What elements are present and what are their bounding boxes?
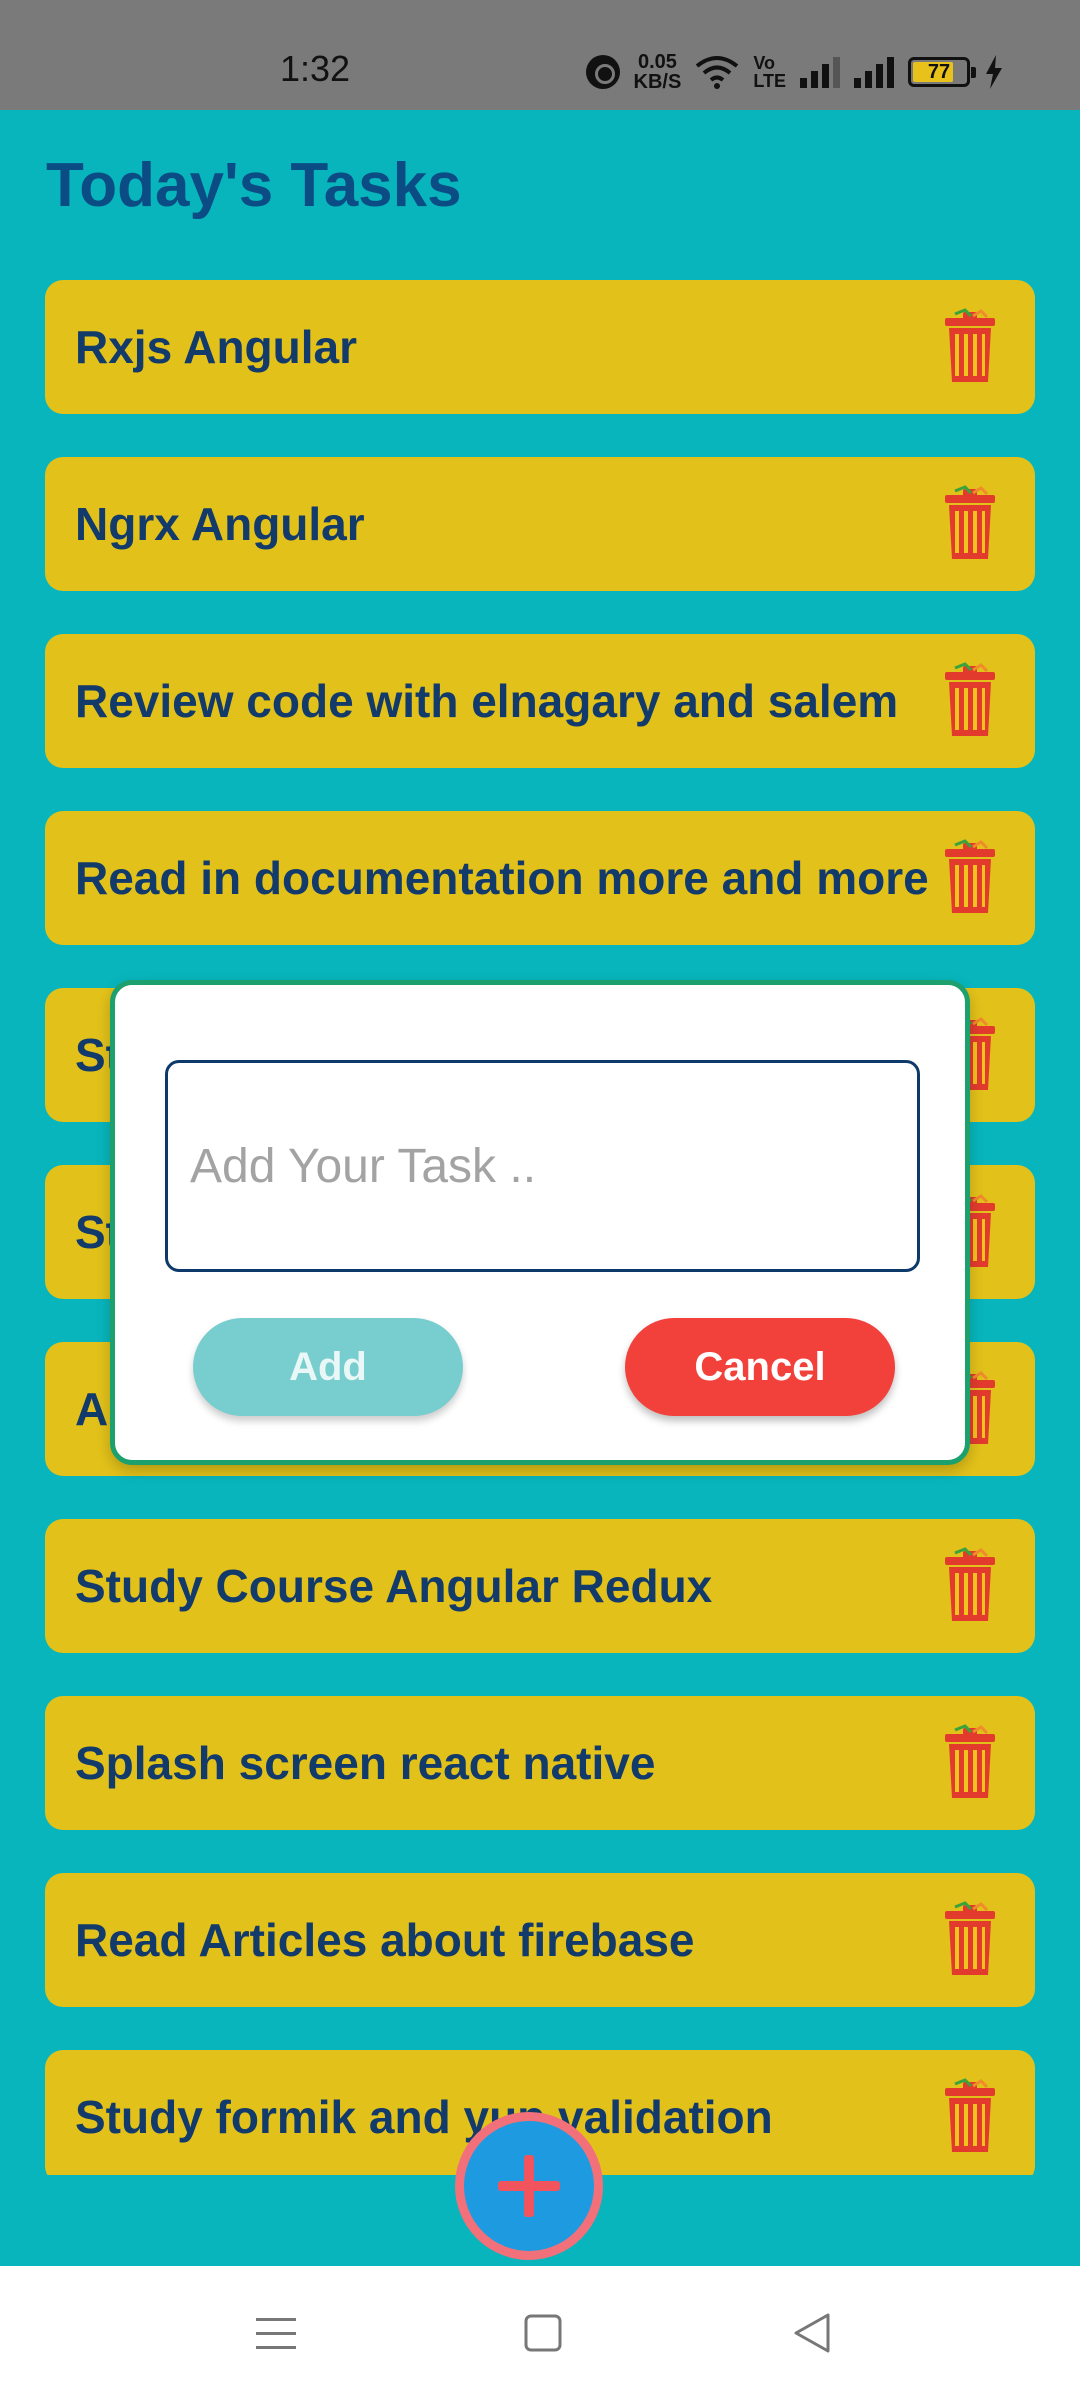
alarm-icon bbox=[585, 55, 620, 89]
task-label: Read Articles about firebase bbox=[75, 1914, 695, 1966]
trash-icon[interactable] bbox=[941, 839, 999, 915]
plus-icon bbox=[498, 2155, 560, 2217]
task-label: Read in documentation more and more bbox=[75, 852, 929, 904]
battery-level: 77 bbox=[927, 60, 951, 83]
battery-icon: 77 bbox=[908, 57, 976, 87]
menu-icon[interactable] bbox=[252, 2308, 300, 2358]
net-speed-value: 0.05 bbox=[637, 51, 677, 73]
task-label: Rxjs Angular bbox=[75, 321, 358, 373]
task-item[interactable]: Rxjs Angular bbox=[45, 280, 1035, 414]
signal-icon-sim2 bbox=[854, 56, 894, 88]
trash-icon[interactable] bbox=[941, 1901, 999, 1977]
task-label: Ngrx Angular bbox=[75, 498, 365, 550]
trash-icon[interactable] bbox=[941, 485, 999, 561]
task-item[interactable]: Splash screen react native bbox=[45, 1696, 1035, 1830]
task-label: Review code with elnagary and salem bbox=[75, 675, 899, 727]
volte-top: Vo bbox=[753, 53, 775, 73]
trash-icon[interactable] bbox=[941, 1547, 999, 1623]
task-input[interactable] bbox=[165, 1060, 920, 1272]
charging-icon bbox=[986, 55, 1002, 89]
task-item[interactable]: Ngrx Angular bbox=[45, 457, 1035, 591]
task-label: Study Course Angular Redux bbox=[75, 1560, 713, 1612]
task-item[interactable]: Read Articles about firebase bbox=[45, 1873, 1035, 2007]
status-bar: 1:32 0.05 KB/S Vo LTE 77 bbox=[0, 0, 1080, 110]
cancel-button[interactable]: Cancel bbox=[625, 1318, 895, 1416]
wifi-icon bbox=[696, 56, 739, 89]
add-button[interactable]: Add bbox=[193, 1318, 463, 1416]
task-item[interactable]: Study Course Angular Redux bbox=[45, 1519, 1035, 1653]
net-speed-unit: KB/S bbox=[633, 71, 682, 93]
task-label: A bbox=[75, 1383, 109, 1435]
volte-indicator: Vo LTE bbox=[753, 54, 786, 90]
system-nav-bar bbox=[0, 2266, 1080, 2400]
page-title: Today's Tasks bbox=[46, 151, 462, 220]
trash-icon[interactable] bbox=[941, 662, 999, 738]
trash-icon[interactable] bbox=[941, 1724, 999, 1800]
task-item[interactable]: Read in documentation more and more bbox=[45, 811, 1035, 945]
volte-bottom: LTE bbox=[753, 71, 786, 91]
back-triangle-icon[interactable] bbox=[790, 2308, 838, 2358]
add-task-dialog: Add Cancel bbox=[110, 980, 970, 1465]
add-task-fab[interactable] bbox=[455, 2112, 603, 2260]
status-time: 1:32 bbox=[280, 48, 351, 89]
trash-icon[interactable] bbox=[941, 2078, 999, 2154]
signal-icon-sim1 bbox=[800, 56, 840, 88]
home-square-icon[interactable] bbox=[520, 2308, 568, 2358]
task-label: Splash screen react native bbox=[75, 1737, 656, 1789]
task-label: Study formik and yup validation bbox=[75, 2091, 773, 2143]
trash-icon[interactable] bbox=[941, 308, 999, 384]
status-icons: 0.05 KB/S Vo LTE 77 bbox=[585, 50, 1004, 94]
task-item[interactable]: Review code with elnagary and salem bbox=[45, 634, 1035, 768]
net-speed: 0.05 KB/S bbox=[634, 52, 682, 92]
